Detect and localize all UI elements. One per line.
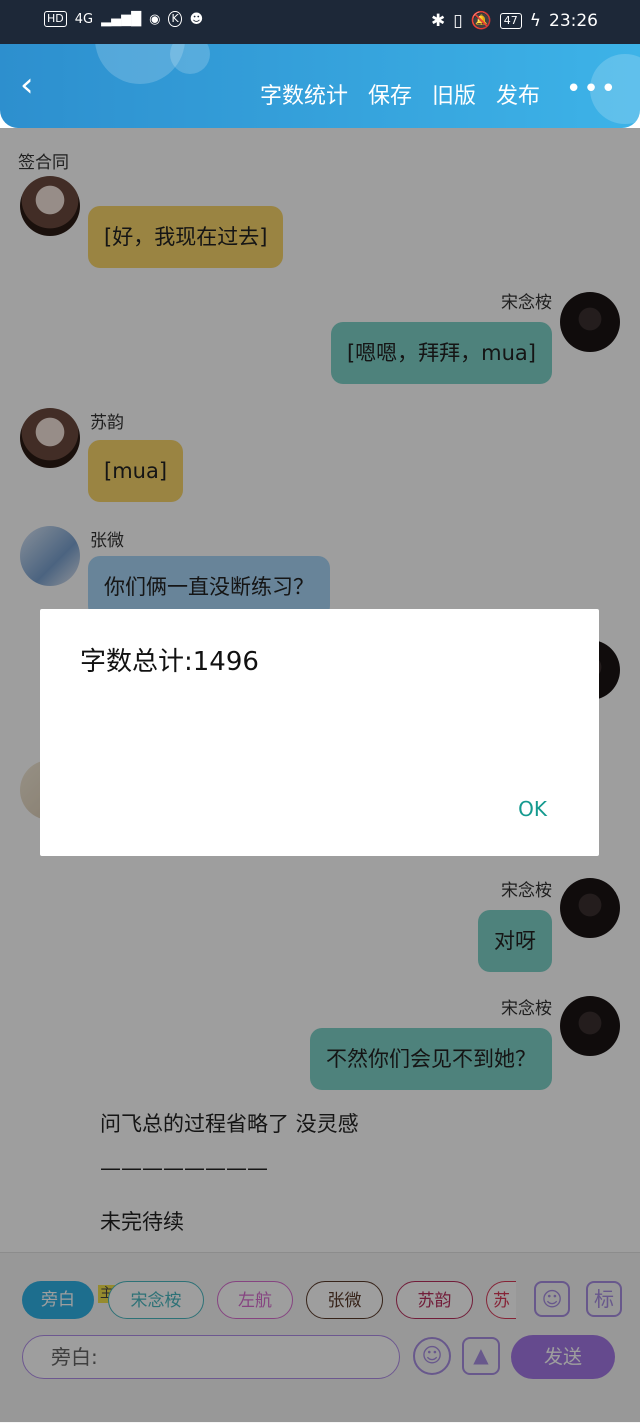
- k-icon: K: [168, 11, 182, 27]
- save-button[interactable]: 保存: [368, 78, 412, 110]
- status-left: HD 4G ▂▄▆█ ◉ K ☻: [44, 11, 203, 27]
- clock: 23:26: [549, 11, 598, 31]
- word-count-button[interactable]: 字数统计: [260, 78, 348, 110]
- word-count-dialog: 字数总计:1496 OK: [40, 609, 599, 856]
- mute-bell-icon: 🔕: [470, 11, 492, 31]
- dialog-title: 字数总计:1496: [80, 647, 259, 677]
- more-icon[interactable]: •••: [566, 74, 618, 104]
- status-right: ✱ ▯ 🔕 47 ϟ 23:26: [431, 11, 598, 31]
- bluetooth-icon: ✱: [431, 11, 446, 31]
- old-version-button[interactable]: 旧版: [432, 78, 476, 110]
- vibrate-icon: ▯: [453, 11, 463, 31]
- app-bar: ‹ 字数统计 保存 旧版 发布 •••: [0, 44, 640, 128]
- hd-indicator: HD: [44, 11, 67, 27]
- publish-button[interactable]: 发布: [496, 78, 540, 110]
- charging-icon: ϟ: [529, 11, 541, 31]
- decor-bubble: [170, 44, 210, 74]
- hotspot-icon: ◉: [149, 11, 161, 27]
- app-notification-icon: ☻: [189, 11, 204, 27]
- status-bar: HD 4G ▂▄▆█ ◉ K ☻ ✱ ▯ 🔕 47 ϟ 23:26: [0, 0, 640, 44]
- ok-button[interactable]: OK: [518, 797, 547, 821]
- network-indicator: 4G: [74, 11, 94, 27]
- battery-indicator: 47: [499, 13, 522, 29]
- app-bar-actions: 字数统计 保存 旧版 发布: [260, 78, 540, 110]
- signal-icon: ▂▄▆█: [101, 11, 142, 27]
- back-arrow-icon[interactable]: ‹: [20, 68, 52, 104]
